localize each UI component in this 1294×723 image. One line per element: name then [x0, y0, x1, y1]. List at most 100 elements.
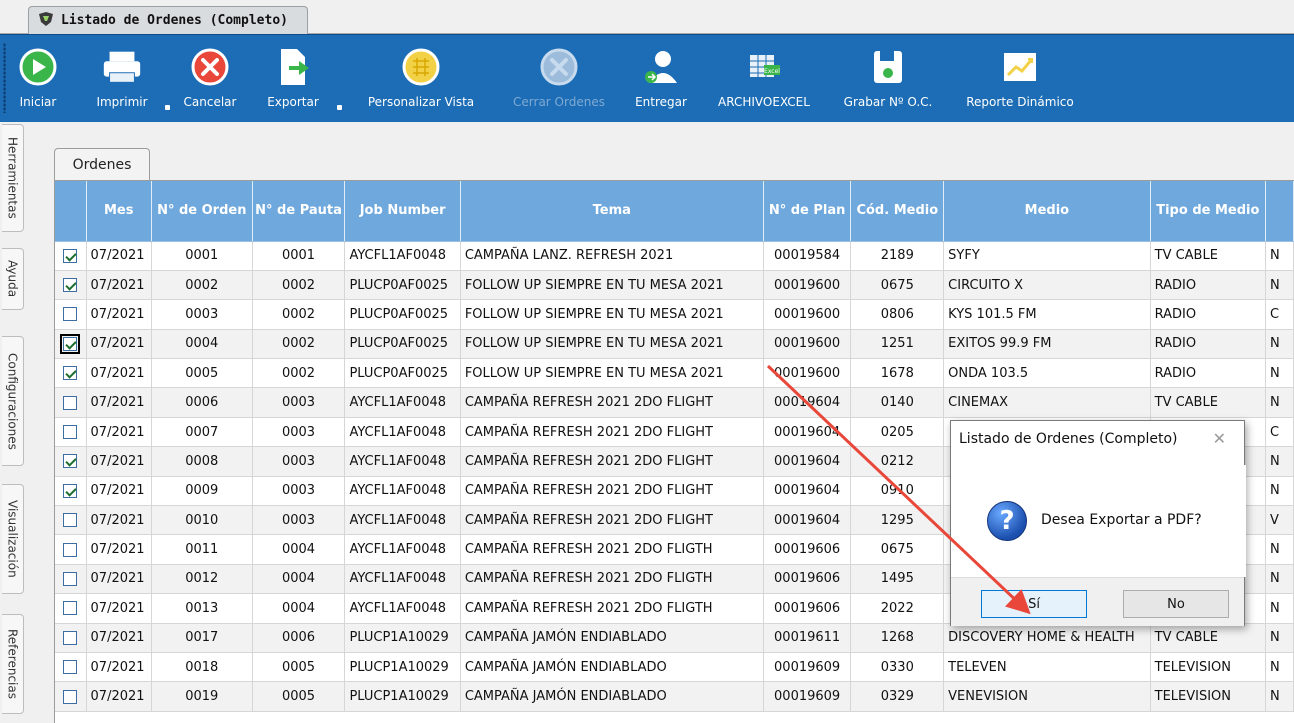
col-header-tipo-medio[interactable]: Tipo de Medio: [1150, 181, 1267, 242]
table-row[interactable]: 07/2021 0002 0002 PLUCP0AF0025 FOLLOW UP SIE…: [55, 270, 1294, 301]
iniciar-label: Iniciar: [19, 95, 57, 109]
iniciar-button[interactable]: Iniciar: [18, 35, 58, 123]
row-checkbox[interactable]: [63, 307, 78, 322]
close-icon[interactable]: ✕: [1213, 429, 1226, 448]
side-tab-referencias[interactable]: Referencias: [2, 614, 24, 714]
cell-medio: CINEMAX: [943, 387, 1151, 418]
row-checkbox[interactable]: [63, 278, 78, 293]
yes-button[interactable]: Sí: [981, 590, 1087, 618]
table-row[interactable]: 07/2021 0019 0005 PLUCP1A10029 CAMPAÑA JAMÓN…: [55, 681, 1294, 712]
row-checkbox[interactable]: [63, 483, 78, 498]
cell-orden: 0008: [151, 446, 253, 477]
table-row[interactable]: 07/2021 0001 0001 AYCFL1AF0048 CAMPAÑA LANZ.…: [55, 241, 1294, 271]
exportar-button[interactable]: Exportar: [258, 35, 328, 123]
exportar-dropdown-caret[interactable]: [337, 105, 342, 110]
row-checkbox[interactable]: [63, 425, 78, 440]
cell-extra: N: [1265, 358, 1294, 389]
cell-orden: 0010: [151, 505, 253, 536]
col-header-job-number[interactable]: Job Number: [344, 181, 461, 242]
col-header-tema[interactable]: Tema: [460, 181, 764, 242]
table-row[interactable]: 07/2021 0017 0006 PLUCP1A10029 CAMPAÑA JAMÓN…: [55, 623, 1294, 653]
row-checkbox[interactable]: [63, 571, 78, 586]
side-tab-ayuda[interactable]: Ayuda: [2, 248, 24, 310]
col-header-select-col[interactable]: [55, 181, 87, 242]
col-header-mes[interactable]: Mes: [86, 181, 152, 242]
row-checkbox[interactable]: [63, 395, 78, 410]
row-checkbox[interactable]: [63, 454, 78, 469]
cancelar-button[interactable]: Cancelar: [180, 35, 240, 123]
cell-cod: 1295: [850, 505, 945, 536]
cell-tema: CAMPAÑA REFRESH 2021 2DO FLIGHT: [460, 417, 764, 448]
row-checkbox[interactable]: [63, 660, 78, 675]
row-select-cell: [55, 358, 87, 389]
cell-mes: 07/2021: [86, 564, 152, 595]
cell-pauta: 0002: [252, 329, 346, 360]
cell-mes: 07/2021: [86, 446, 152, 477]
reporte-dinamico-button[interactable]: Reporte Dinámico: [956, 35, 1084, 123]
cell-extra: N: [1265, 446, 1294, 477]
cell-tipo: TV CABLE: [1150, 241, 1267, 271]
imprimir-button[interactable]: Imprimir: [92, 35, 152, 123]
cell-plan: 00019604: [763, 446, 852, 477]
cell-job: AYCFL1AF0048: [344, 387, 461, 418]
cell-cod: 0205: [850, 417, 945, 448]
grabar-oc-button[interactable]: Grabar Nº O.C.: [830, 35, 946, 123]
cell-medio: SYFY: [943, 241, 1151, 271]
window-tab-title: Listado de Ordenes (Completo): [61, 13, 288, 28]
toolbar-grip[interactable]: [3, 43, 6, 113]
personalizar-vista-button[interactable]: Personalizar Vista: [356, 35, 486, 123]
cell-extra: C: [1265, 299, 1294, 330]
export-icon: [271, 45, 315, 89]
col-header-numero-pauta[interactable]: N° de Pauta: [252, 181, 346, 242]
cell-pauta: 0006: [252, 623, 346, 653]
cell-pauta: 0002: [252, 270, 346, 301]
cell-mes: 07/2021: [86, 505, 152, 536]
cell-mes: 07/2021: [86, 417, 152, 448]
table-row[interactable]: 07/2021 0003 0002 PLUCP0AF0025 FOLLOW UP SIE…: [55, 299, 1294, 330]
cell-medio: DISCOVERY HOME & HEALTH: [943, 623, 1151, 653]
cell-job: PLUCP0AF0025: [344, 270, 461, 301]
cell-orden: 0019: [151, 681, 253, 712]
table-row[interactable]: 07/2021 0004 0002 PLUCP0AF0025 FOLLOW UP SIE…: [55, 329, 1294, 360]
imprimir-dropdown-caret[interactable]: [165, 105, 170, 110]
cell-extra: V: [1265, 505, 1294, 536]
cell-cod: 0910: [850, 476, 945, 507]
cell-extra: N: [1265, 270, 1294, 301]
cell-extra: N: [1265, 534, 1294, 565]
cell-mes: 07/2021: [86, 652, 152, 683]
cell-pauta: 0005: [252, 681, 346, 712]
col-header-numero-orden[interactable]: N° de Orden: [151, 181, 253, 242]
cell-orden: 0002: [151, 270, 253, 301]
cell-orden: 0012: [151, 564, 253, 595]
archivoexcel-button[interactable]: Excel ARCHIVOEXCEL: [706, 35, 822, 123]
svg-text:Excel: Excel: [764, 68, 780, 75]
row-checkbox[interactable]: [63, 542, 78, 557]
side-tab-visualizacion[interactable]: Visualización: [2, 484, 24, 594]
cerrar-ordenes-button[interactable]: Cerrar Ordenes: [498, 35, 620, 123]
row-checkbox[interactable]: [60, 333, 81, 354]
col-header-numero-plan[interactable]: N° de Plan: [763, 181, 852, 242]
side-tab-configuraciones[interactable]: Configuraciones: [2, 336, 24, 466]
side-tab-herramientas[interactable]: Herramientas: [2, 124, 24, 232]
row-checkbox[interactable]: [63, 513, 78, 528]
entregar-button[interactable]: Entregar: [626, 35, 696, 123]
row-checkbox[interactable]: [63, 601, 78, 616]
row-checkbox[interactable]: [63, 630, 78, 645]
cell-orden: 0017: [151, 623, 253, 653]
row-checkbox[interactable]: [63, 366, 78, 381]
deliver-user-icon: [639, 45, 683, 89]
tab-ordenes[interactable]: Ordenes: [54, 148, 150, 180]
cell-tipo: RADIO: [1150, 299, 1267, 330]
cell-job: PLUCP0AF0025: [344, 329, 461, 360]
row-select-cell: [55, 564, 87, 595]
window-tab[interactable]: Listado de Ordenes (Completo): [28, 6, 308, 34]
table-row[interactable]: 07/2021 0005 0002 PLUCP0AF0025 FOLLOW UP SIE…: [55, 358, 1294, 389]
col-header-extra[interactable]: [1265, 181, 1294, 242]
table-row[interactable]: 07/2021 0018 0005 PLUCP1A10029 CAMPAÑA JAMÓN…: [55, 652, 1294, 683]
col-header-cod-medio[interactable]: Cód. Medio: [850, 181, 945, 242]
row-checkbox[interactable]: [63, 689, 78, 704]
row-checkbox[interactable]: [63, 248, 78, 263]
col-header-medio[interactable]: Medio: [943, 181, 1151, 242]
no-button[interactable]: No: [1123, 590, 1229, 618]
table-row[interactable]: 07/2021 0006 0003 AYCFL1AF0048 CAMPAÑA REFRE…: [55, 387, 1294, 418]
